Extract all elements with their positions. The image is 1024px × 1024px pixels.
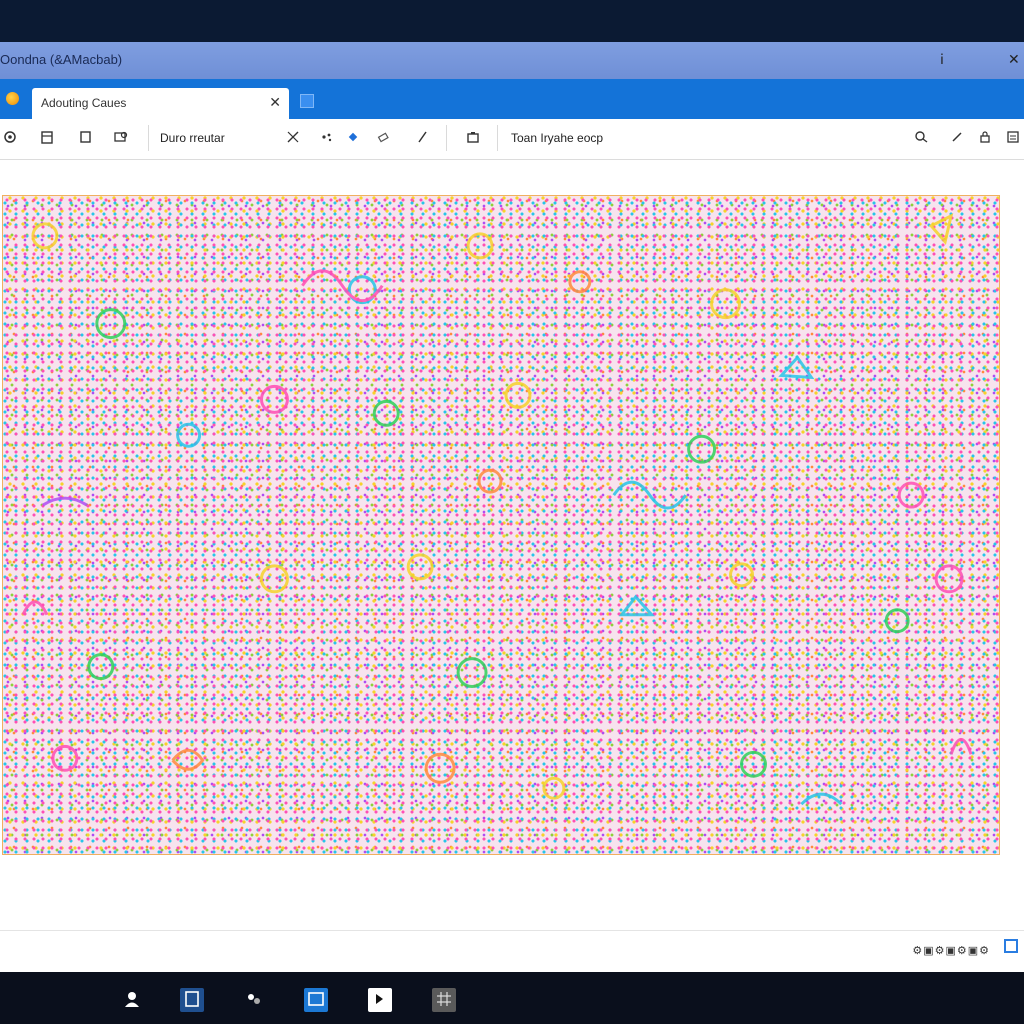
sparkle-icon[interactable] <box>318 129 336 147</box>
pencil-icon[interactable] <box>948 129 966 147</box>
taskbar <box>0 972 1024 1024</box>
paint-icon[interactable] <box>242 988 266 1012</box>
window-icon[interactable] <box>180 988 204 1012</box>
search-icon[interactable] <box>912 129 930 147</box>
artwork-canvas[interactable] <box>2 195 1000 855</box>
tab-adouting-caues[interactable]: Adouting Caues ✕ <box>32 88 289 119</box>
eraser-icon[interactable] <box>374 129 392 147</box>
tab-bar: Adouting Caues ✕ <box>0 79 1024 119</box>
close-tab-icon[interactable]: ✕ <box>269 94 281 111</box>
toolbar-separator <box>148 125 149 151</box>
image-adjust-icon[interactable] <box>112 129 130 147</box>
canvas-area <box>0 160 1024 930</box>
artwork-doodles <box>21 213 973 806</box>
copy-icon[interactable] <box>76 129 94 147</box>
app-logo-icon <box>6 92 19 105</box>
status-bar: ⚙▣⚙▣⚙▣⚙ <box>0 930 1024 973</box>
scissors-icon[interactable] <box>284 129 302 147</box>
pen-icon[interactable] <box>414 129 432 147</box>
close-window-button[interactable]: ✕ <box>1008 51 1020 68</box>
toolbar: Duro rreutar Toan Iryahe eocp <box>0 119 1024 160</box>
tab-label: Adouting Caues <box>41 96 127 110</box>
menu-icon[interactable] <box>1004 129 1022 147</box>
minimize-button[interactable]: ⅰ <box>940 51 944 68</box>
text-input-field[interactable]: Toan Iryahe eocp <box>503 125 883 151</box>
clipboard-icon[interactable] <box>38 129 56 147</box>
lock-icon[interactable] <box>976 129 994 147</box>
terminal-icon[interactable] <box>368 988 392 1012</box>
resize-grip-icon[interactable] <box>1004 939 1018 953</box>
browser-icon[interactable] <box>304 988 328 1012</box>
window-title: Oondna (&AMacbab) <box>0 52 123 67</box>
fill-bucket-icon[interactable] <box>344 129 362 147</box>
toolbar-separator <box>497 125 498 151</box>
user-icon[interactable] <box>120 988 144 1012</box>
camera-icon[interactable] <box>464 129 482 147</box>
status-icons: ⚙▣⚙▣⚙▣⚙ <box>912 945 990 957</box>
brush-settings-icon[interactable] <box>1 129 19 147</box>
font-name-field[interactable]: Duro rreutar <box>152 125 282 151</box>
title-bar: Oondna (&AMacbab) ⅰ ✕ <box>0 42 1024 79</box>
new-tab-button[interactable] <box>300 94 314 108</box>
toolbar-separator <box>446 125 447 151</box>
grid-icon[interactable] <box>432 988 456 1012</box>
app-window: Oondna (&AMacbab) ⅰ ✕ Adouting Caues ✕ D… <box>0 42 1024 973</box>
top-bezel <box>0 0 1024 42</box>
